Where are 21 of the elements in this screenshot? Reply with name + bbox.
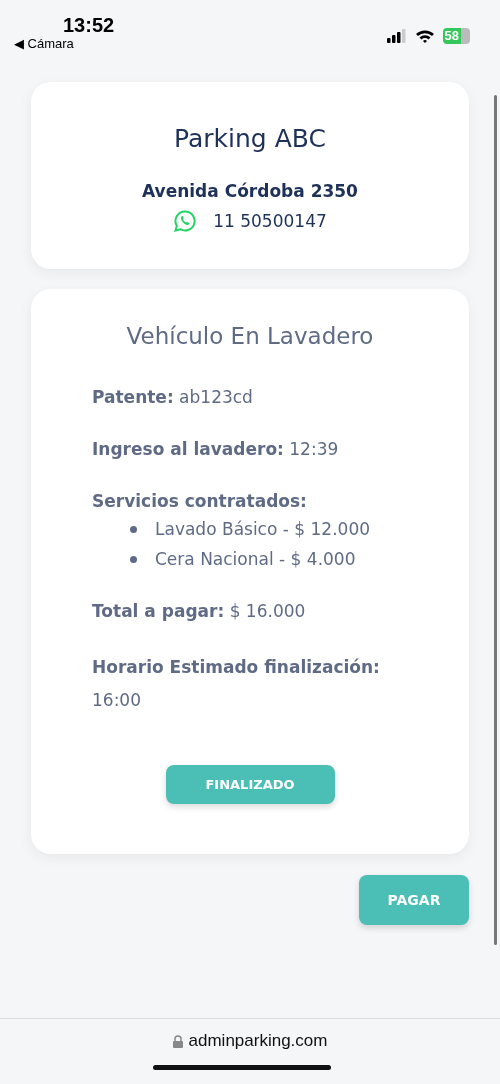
bullet-icon bbox=[130, 525, 137, 533]
field-text: Ingreso al lavadero: 12:39 bbox=[92, 438, 340, 461]
url-text[interactable]: adminparking.com bbox=[188, 1031, 328, 1051]
field-text: Patente: ab123cd bbox=[92, 386, 254, 409]
wifi-icon bbox=[414, 29, 435, 43]
bullet-icon bbox=[130, 555, 137, 563]
field-label: Servicios contratados: bbox=[92, 491, 307, 511]
chat-phone-icon[interactable] bbox=[173, 209, 198, 233]
service-item: Lavado Básico - $ 12.000 bbox=[155, 518, 370, 541]
parking-address: Avenida Córdoba 2350 bbox=[142, 181, 358, 201]
battery-level: 58 bbox=[442, 28, 461, 44]
signal-icon bbox=[386, 29, 407, 43]
lock-icon bbox=[172, 1034, 183, 1048]
vehicle-status-title: Vehículo En Lavadero bbox=[126, 323, 374, 349]
service-item: Cera Nacional - $ 4.000 bbox=[155, 548, 356, 571]
parking-name: Parking ABC bbox=[174, 124, 326, 153]
back-to-app-link[interactable]: ◀ Cámara bbox=[14, 36, 74, 52]
clock-time: 13:52 bbox=[63, 14, 115, 36]
field-text: Total a pagar: $ 16.000 bbox=[92, 600, 307, 623]
field-text: Horario Estimado finalización: 16:00 bbox=[92, 656, 381, 712]
phone-number: 11 50500147 bbox=[213, 211, 327, 231]
